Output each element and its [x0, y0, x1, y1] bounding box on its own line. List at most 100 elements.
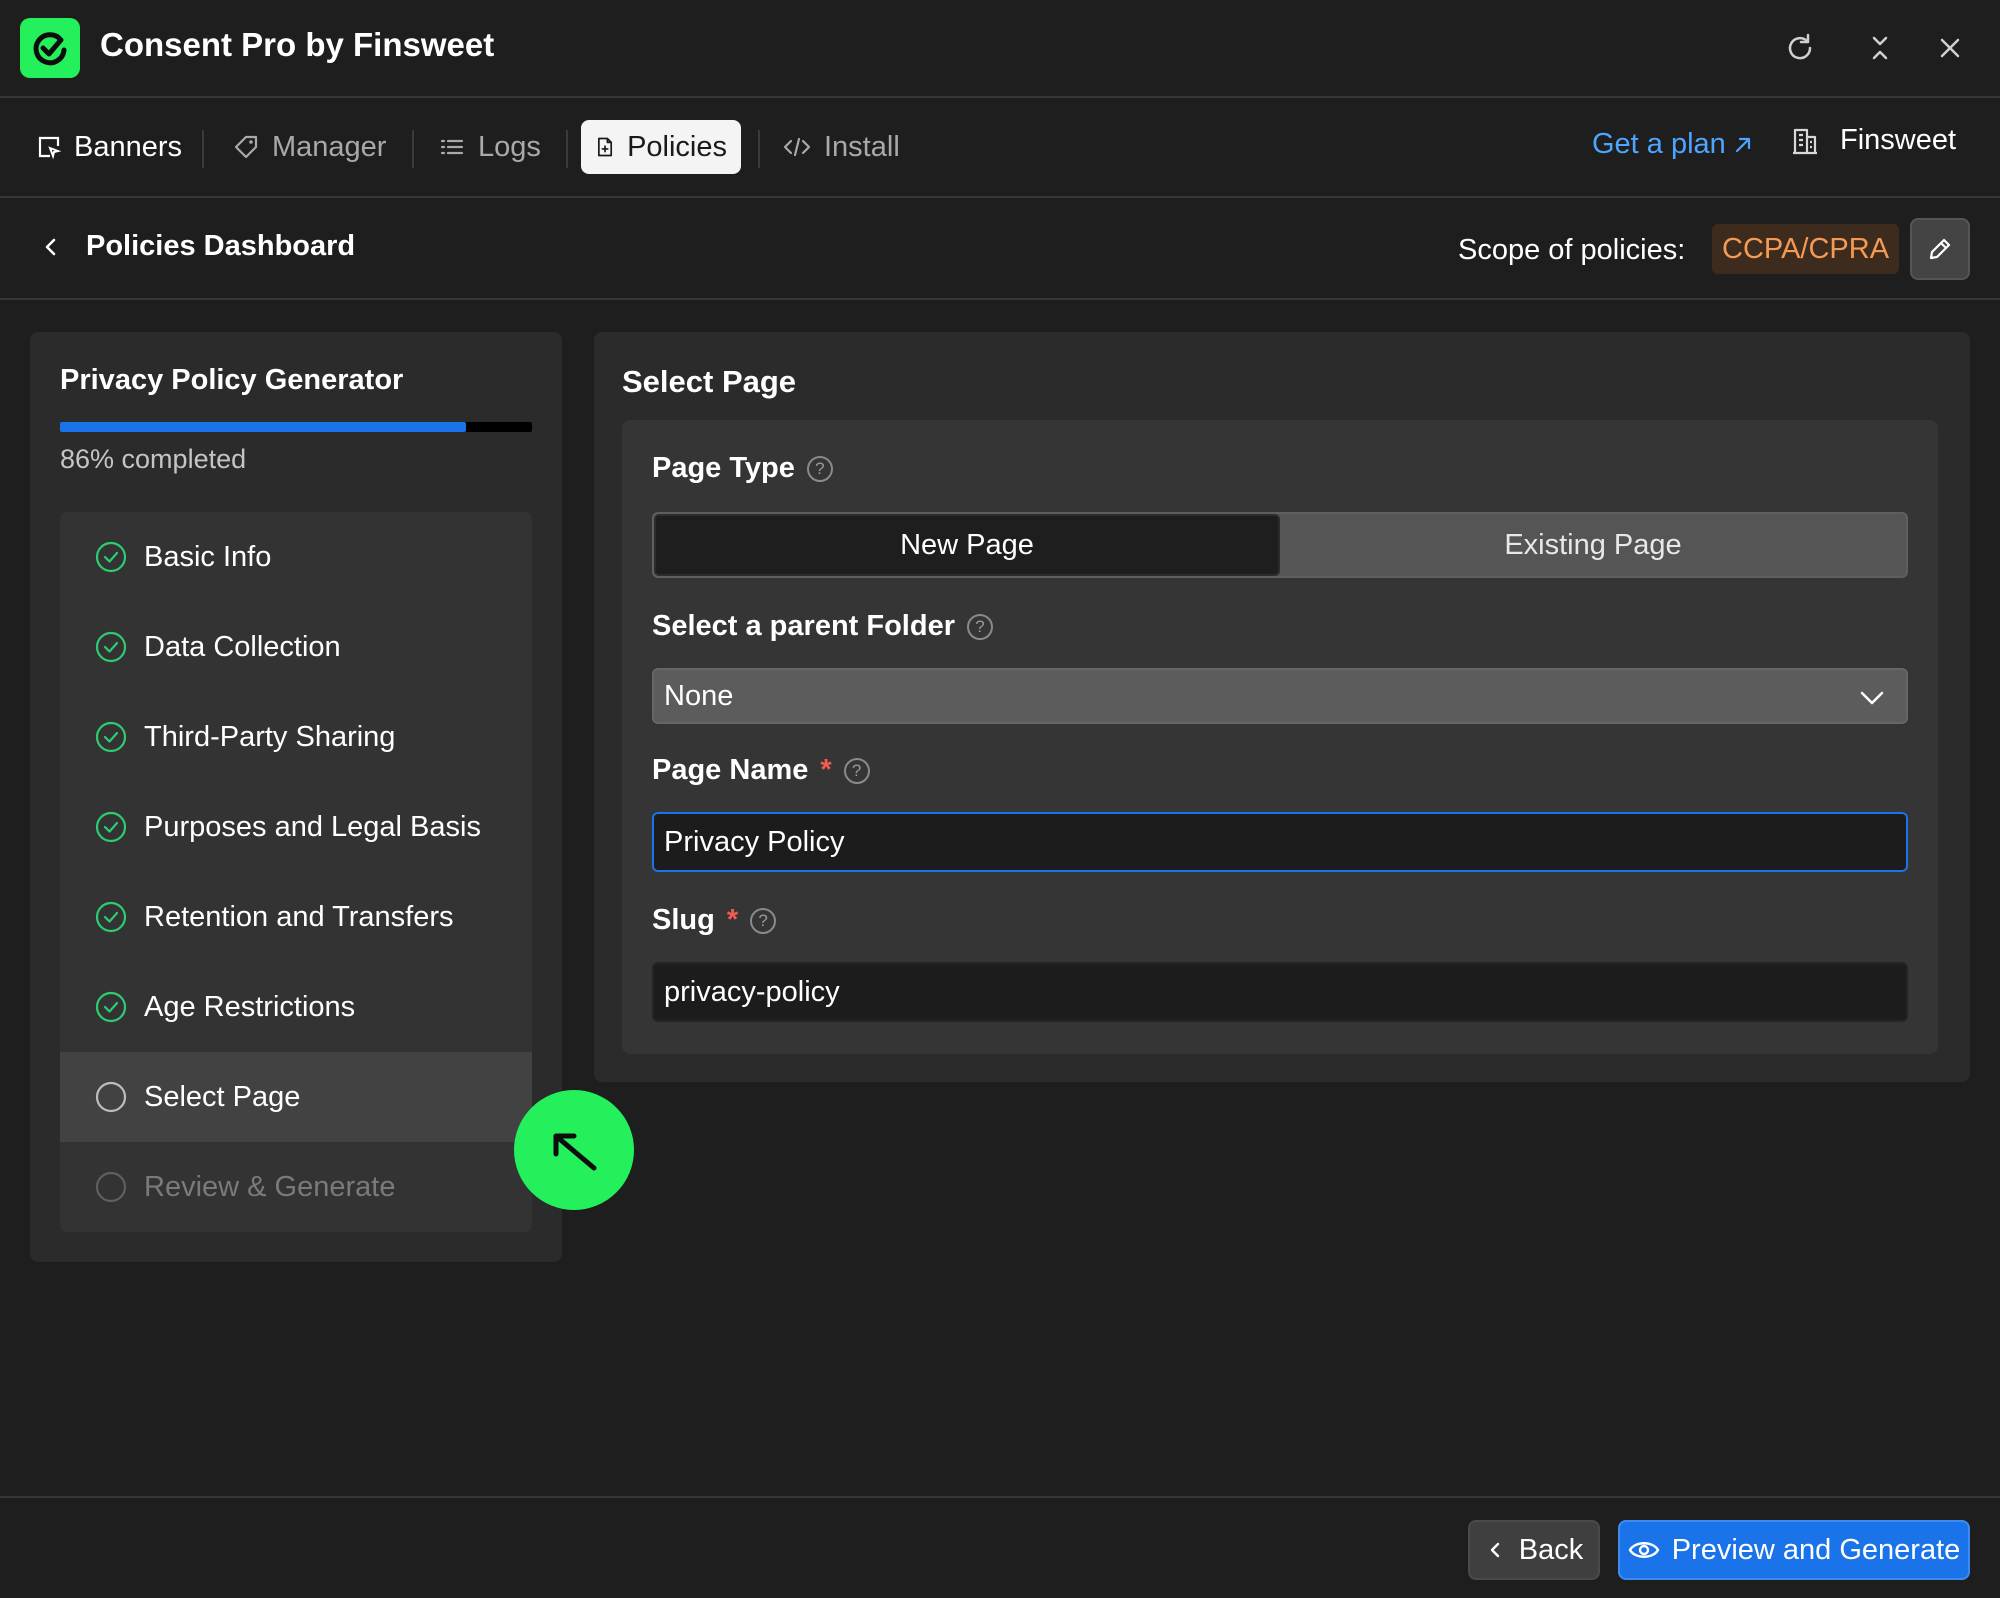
tab-label: Install: [824, 130, 900, 163]
progress-bar: [60, 422, 532, 432]
tab-label: Logs: [478, 130, 541, 163]
existing-page-option[interactable]: Existing Page: [1280, 514, 1906, 576]
progress-fill: [60, 422, 466, 432]
collapse-icon: [1872, 36, 1888, 60]
step-age-restrictions[interactable]: Age Restrictions: [60, 962, 532, 1052]
tab-policies[interactable]: Policies: [581, 120, 741, 174]
get-plan-label: Get a plan: [1592, 128, 1726, 160]
back-label: Back: [1518, 1533, 1584, 1566]
check-circle-icon: [33, 32, 67, 66]
step-purposes-legal-basis[interactable]: Purposes and Legal Basis: [60, 782, 532, 872]
close-button[interactable]: [1924, 22, 1976, 74]
banner-icon: [38, 136, 62, 160]
page-type-label: Page Type ?: [652, 452, 833, 485]
select-page-panel: Select Page Page Type ? New Page Existin…: [594, 332, 1970, 1082]
collapse-button[interactable]: [1854, 22, 1906, 74]
step-label: Retention and Transfers: [144, 900, 454, 933]
step-select-page[interactable]: Select Page: [60, 1052, 532, 1142]
arrow-up-left-icon: [553, 1133, 597, 1171]
nav-divider: [566, 130, 568, 168]
chevron-left-icon: [1490, 1542, 1499, 1558]
title-bar: Consent Pro by Finsweet: [0, 0, 2000, 98]
page-name-label: Page Name * ?: [652, 754, 870, 787]
list-icon: [440, 139, 464, 155]
step-label: Third-Party Sharing: [144, 720, 396, 753]
required-mark: *: [726, 904, 739, 936]
help-icon[interactable]: ?: [843, 757, 870, 784]
step-basic-info[interactable]: Basic Info: [60, 512, 532, 602]
step-label: Basic Info: [144, 540, 272, 573]
label-text: Page Type: [652, 452, 795, 484]
document-icon: [598, 137, 613, 157]
preview-and-generate-button[interactable]: Preview and Generate: [1618, 1520, 1970, 1580]
slug-input[interactable]: privacy-policy: [652, 962, 1908, 1022]
tab-install[interactable]: Install: [768, 120, 914, 174]
select-page-form: Page Type ? New Page Existing Page Selec…: [622, 420, 1938, 1054]
external-arrow-icon: [1735, 137, 1750, 152]
tab-logs[interactable]: Logs: [424, 120, 555, 174]
back-button[interactable]: Back: [1468, 1520, 1600, 1580]
step-label: Data Collection: [144, 630, 341, 663]
eye-icon: [1628, 1542, 1660, 1558]
tag-icon: [234, 135, 258, 159]
app-title: Consent Pro by Finsweet: [100, 26, 495, 63]
policies-dashboard-back-link[interactable]: Policies Dashboard: [40, 230, 355, 263]
step-review-generate[interactable]: Review & Generate: [60, 1142, 532, 1232]
label-text: Select a parent Folder: [652, 610, 955, 642]
app-logo: [20, 18, 80, 78]
help-icon[interactable]: ?: [806, 455, 833, 482]
label-text: Slug: [652, 904, 715, 936]
tab-banners[interactable]: Banners: [22, 120, 196, 174]
tab-label: Manager: [272, 130, 387, 163]
empty-circle-icon: [95, 1081, 127, 1113]
scope-label: Scope of policies:: [1458, 234, 1686, 266]
step-data-collection[interactable]: Data Collection: [60, 602, 532, 692]
check-circle-icon: [95, 901, 127, 933]
page-type-toggle: New Page Existing Page: [652, 512, 1908, 578]
check-circle-icon: [95, 721, 127, 753]
select-value: None: [664, 679, 734, 712]
empty-circle-icon: [95, 1171, 127, 1203]
tab-manager[interactable]: Manager: [218, 120, 400, 174]
chevron-left-icon: [45, 238, 56, 255]
nav-divider: [412, 130, 414, 168]
step-label: Review & Generate: [144, 1170, 396, 1203]
footer-bar: Back Preview and Generate: [0, 1496, 2000, 1598]
check-circle-icon: [95, 991, 127, 1023]
help-icon[interactable]: ?: [750, 907, 777, 934]
sub-header: Policies Dashboard Scope of policies: CC…: [0, 200, 2000, 300]
close-icon: [1940, 38, 1960, 58]
workspace-name: Finsweet: [1840, 124, 1957, 156]
page-name-input[interactable]: Privacy Policy: [652, 812, 1908, 872]
step-list: Basic Info Data Collection Third-Party S…: [60, 512, 532, 1232]
step-third-party-sharing[interactable]: Third-Party Sharing: [60, 692, 532, 782]
edit-scope-button[interactable]: [1910, 218, 1970, 280]
scope-badge: CCPA/CPRA: [1712, 224, 1900, 274]
step-label: Select Page: [144, 1080, 301, 1113]
primary-label: Preview and Generate: [1671, 1533, 1961, 1566]
cursor-indicator: [514, 1090, 634, 1210]
generator-panel: Privacy Policy Generator 86% completed B…: [30, 332, 562, 1262]
tab-label: Banners: [74, 130, 183, 163]
step-label: Age Restrictions: [144, 990, 356, 1023]
refresh-icon: [1788, 33, 1812, 60]
help-icon[interactable]: ?: [967, 613, 993, 640]
workspace-switcher[interactable]: Finsweet: [1790, 124, 1956, 157]
check-circle-icon: [95, 631, 127, 663]
building-icon: [1793, 128, 1817, 154]
nav-divider: [758, 130, 760, 168]
get-a-plan-link[interactable]: Get a plan: [1592, 128, 1754, 161]
code-icon: [783, 137, 811, 157]
input-value: privacy-policy: [664, 975, 840, 1008]
label-text: Page Name: [652, 754, 809, 786]
input-value: Privacy Policy: [664, 825, 845, 858]
section-title: Select Page: [622, 364, 797, 399]
generator-title: Privacy Policy Generator: [60, 364, 404, 396]
check-circle-icon: [95, 541, 127, 573]
refresh-button[interactable]: [1774, 22, 1826, 74]
parent-folder-select[interactable]: None: [652, 668, 1908, 724]
nav-divider: [202, 130, 204, 168]
step-retention-transfers[interactable]: Retention and Transfers: [60, 872, 532, 962]
slug-label: Slug * ?: [652, 904, 777, 937]
new-page-option[interactable]: New Page: [654, 514, 1280, 576]
